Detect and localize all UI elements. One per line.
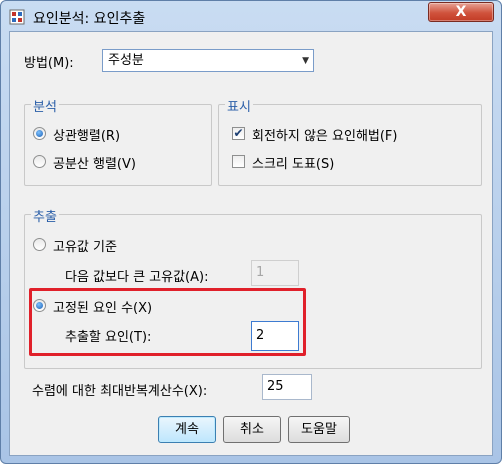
scree-plot-label[interactable]: 스크리 도표(S) <box>252 153 334 172</box>
scree-plot-checkbox[interactable] <box>232 155 245 168</box>
eigenvalue-threshold-input[interactable]: 1 <box>251 260 299 286</box>
close-button[interactable]: X <box>428 2 494 22</box>
covariance-matrix-label[interactable]: 공분산 행렬(V) <box>53 153 136 172</box>
max-iterations-label: 수렴에 대한 최대반복계산수(X): <box>32 384 208 399</box>
method-select[interactable]: 주성분 ▼ <box>102 49 314 72</box>
unrotated-solution-label[interactable]: 회전하지 않은 요인해법(F) <box>252 125 398 144</box>
analysis-group: 분석 상관행렬(R) 공분산 행렬(V) <box>24 96 212 186</box>
continue-button-label: 계속 <box>175 422 199 437</box>
eigenvalue-radio[interactable] <box>33 238 46 251</box>
chevron-down-icon: ▼ <box>302 56 309 66</box>
covariance-matrix-radio[interactable] <box>33 155 46 168</box>
unrotated-solution-checkbox[interactable]: ✔ <box>232 127 245 140</box>
max-iterations-input[interactable]: 25 <box>262 374 312 400</box>
highlight-annotation <box>29 288 306 356</box>
continue-button[interactable]: 계속 <box>158 416 216 443</box>
dialog-content: 방법(M): 주성분 ▼ 분석 상관행렬(R) 공분산 행렬(V) 표시 ✔ 회… <box>9 31 493 456</box>
method-label: 방법(M): <box>24 56 74 71</box>
close-icon: X <box>455 4 467 20</box>
display-group: 표시 ✔ 회전하지 않은 요인해법(F) 스크리 도표(S) <box>218 96 482 186</box>
cancel-button[interactable]: 취소 <box>223 416 281 443</box>
checkmark-icon: ✔ <box>233 126 244 140</box>
help-button[interactable]: 도움말 <box>288 416 350 443</box>
analysis-legend: 분석 <box>31 96 59 115</box>
eigenvalue-label[interactable]: 고유값 기준 <box>53 236 117 255</box>
max-iterations-value: 25 <box>267 379 284 394</box>
eigenvalue-threshold-label: 다음 값보다 큰 고유값(A): <box>65 270 209 285</box>
help-button-label: 도움말 <box>301 422 337 437</box>
method-selected-value: 주성분 <box>108 53 144 68</box>
correlation-matrix-radio[interactable] <box>33 127 46 140</box>
correlation-matrix-label[interactable]: 상관행렬(R) <box>53 125 120 144</box>
app-icon <box>9 9 25 25</box>
display-legend: 표시 <box>225 96 253 115</box>
window-title: 요인분석: 요인추출 <box>33 11 146 27</box>
eigenvalue-threshold-value: 1 <box>256 265 265 280</box>
cancel-button-label: 취소 <box>240 422 264 437</box>
extract-legend: 추출 <box>31 206 59 225</box>
title-bar[interactable]: 요인분석: 요인추출 X <box>1 1 501 31</box>
dialog-window: 요인분석: 요인추출 X 방법(M): 주성분 ▼ 분석 상관행렬(R) 공분산… <box>0 0 502 464</box>
